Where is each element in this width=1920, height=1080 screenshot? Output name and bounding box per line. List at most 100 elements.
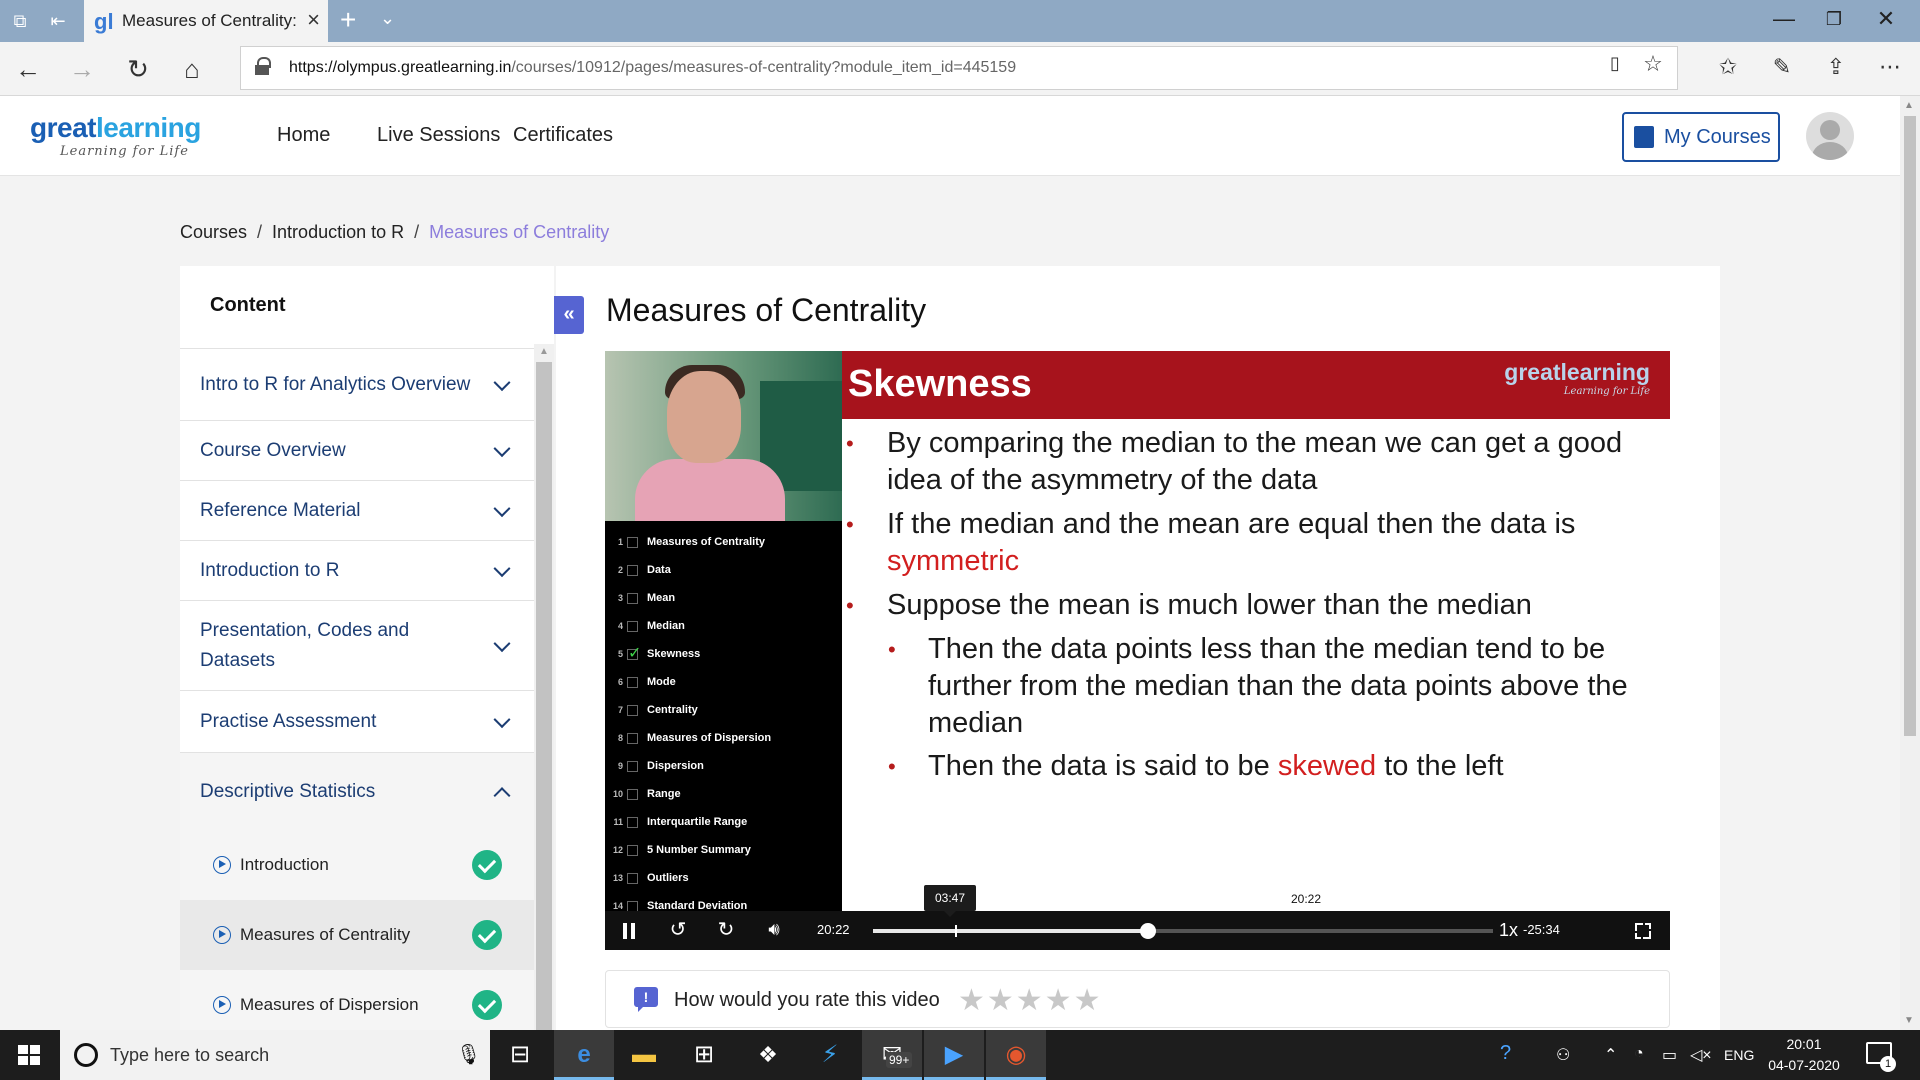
share-icon[interactable]: ⇪ — [1818, 54, 1854, 80]
playback-speed-button[interactable]: 1x — [1499, 920, 1518, 941]
slide-toc: 1 Measures of Centrality 2 Data 3 Mean 4 Median… — [605, 521, 842, 912]
module-descriptive-statistics[interactable]: Descriptive Statistics — [180, 752, 534, 830]
sidebar-scrollbar[interactable]: ▲ — [534, 344, 554, 1030]
scroll-up-icon[interactable]: ▲ — [1904, 100, 1914, 111]
chevron-down-icon[interactable] — [493, 373, 511, 391]
back-icon[interactable]: ← — [10, 54, 46, 85]
slide-bullet: If the median and the mean are equal the… — [842, 506, 1670, 580]
edge-app-icon[interactable]: e — [554, 1030, 614, 1080]
progress-fill — [873, 929, 1148, 933]
greatlearning-logo[interactable]: greatlearning Learning for Life — [30, 112, 201, 159]
nav-home[interactable]: Home — [277, 124, 330, 147]
task-view-icon[interactable]: ⊟ — [490, 1030, 550, 1080]
lesson-measures-of-centrality[interactable]: Measures of Centrality — [180, 900, 534, 970]
chevron-down-icon[interactable] — [493, 499, 511, 517]
page-scroll-thumb[interactable] — [1904, 116, 1916, 736]
browser-tab[interactable]: gl Measures of Centrality: × — [84, 0, 328, 42]
toc-item: 3 Mean — [617, 592, 676, 604]
minimize-icon[interactable]: — — [1764, 6, 1804, 32]
microphone-icon[interactable]: 🎙︎ — [456, 1042, 481, 1067]
tab-list-chevron-icon[interactable]: ⌄ — [380, 8, 395, 29]
module-practise-assessment[interactable]: Practise Assessment — [180, 690, 534, 752]
restore-icon[interactable]: ❐ — [1814, 9, 1854, 30]
window-close-icon[interactable]: ✕ — [1866, 6, 1906, 32]
toc-check-icon: ✓ — [628, 645, 642, 662]
tray-chevron-icon[interactable]: ⌃ — [1604, 1045, 1617, 1065]
toc-item: 12 5 Number Summary — [612, 844, 751, 856]
slide-logo: greatlearning Learning for Life — [1504, 359, 1650, 397]
taskbar-clock[interactable]: 20:01 04-07-2020 — [1762, 1034, 1846, 1076]
refresh-icon[interactable]: ↻ — [120, 54, 156, 85]
current-time: 20:22 — [817, 922, 850, 937]
forward-icon[interactable]: ↻ — [713, 917, 739, 942]
chevron-down-icon[interactable] — [493, 439, 511, 457]
module-presentation-codes[interactable]: Presentation, Codes and Datasets — [180, 600, 534, 690]
collapse-sidebar-button[interactable]: « — [554, 296, 584, 334]
battery-icon[interactable]: ▭ — [1662, 1045, 1677, 1065]
url-bar[interactable]: https://olympus.greatlearning.in/courses… — [240, 46, 1678, 90]
favorite-star-icon[interactable]: ☆ — [1635, 51, 1671, 77]
chevron-down-icon[interactable] — [493, 710, 511, 728]
more-menu-icon[interactable]: ⋯ — [1872, 54, 1908, 80]
rating-box: ! How would you rate this video ★★★★★ — [605, 970, 1670, 1028]
reading-view-icon[interactable]: ▯ — [1597, 53, 1633, 74]
rewind-icon[interactable]: ↺ — [665, 917, 691, 942]
chrome-icon[interactable]: ◉ — [986, 1030, 1046, 1080]
pause-icon[interactable] — [623, 923, 635, 939]
set-aside-tabs-icon[interactable]: ⇤ — [46, 10, 70, 32]
store-icon[interactable]: ⊞ — [674, 1030, 734, 1080]
new-tab-icon[interactable]: + — [340, 4, 356, 36]
breadcrumb-introduction-to-r[interactable]: Introduction to R — [272, 222, 404, 242]
close-tab-icon[interactable]: × — [307, 7, 320, 33]
knob-time-tooltip: 20:22 — [1290, 892, 1322, 906]
powershell-icon[interactable]: ▶ — [924, 1030, 984, 1080]
tab-actions-icon[interactable]: ⧉ — [8, 10, 32, 32]
slide: Skewness greatlearning Learning for Life… — [842, 351, 1670, 911]
scroll-down-icon[interactable]: ▼ — [1904, 1015, 1914, 1026]
completed-check-icon — [472, 990, 502, 1020]
sidebar-scroll-up-icon[interactable]: ▲ — [539, 346, 549, 357]
rating-stars[interactable]: ★★★★★ — [958, 983, 1102, 1018]
sidebar-scroll-thumb[interactable] — [536, 362, 552, 1030]
chevron-up-icon[interactable] — [493, 786, 511, 804]
progress-track[interactable] — [873, 923, 1493, 939]
volume-icon[interactable]: 🔊︎ — [761, 919, 787, 940]
chevron-down-icon[interactable] — [493, 634, 511, 652]
breadcrumb-courses[interactable]: Courses — [180, 222, 247, 242]
nav-certificates[interactable]: Certificates — [513, 124, 613, 147]
nav-live-sessions[interactable]: Live Sessions — [377, 124, 500, 147]
pen-notes-icon[interactable]: ✎ — [1764, 54, 1800, 80]
volume-mute-icon[interactable]: ◁× — [1690, 1045, 1712, 1065]
people-icon[interactable]: ⚇ — [1556, 1045, 1570, 1065]
module-reference-material[interactable]: Reference Material — [180, 480, 534, 540]
lesson-measures-of-dispersion[interactable]: Measures of Dispersion — [180, 970, 534, 1030]
book-icon — [1634, 126, 1654, 148]
favorites-list-icon[interactable]: ✩ — [1710, 54, 1746, 80]
module-course-overview[interactable]: Course Overview — [180, 420, 534, 480]
dropbox-icon[interactable]: ❖ — [738, 1030, 798, 1080]
chevron-down-icon[interactable] — [493, 559, 511, 577]
my-courses-button[interactable]: My Courses — [1622, 112, 1780, 162]
play-circle-icon — [213, 926, 231, 944]
file-explorer-icon[interactable]: ▬ — [614, 1030, 674, 1080]
slide-bullet: By comparing the median to the mean we c… — [842, 425, 1670, 499]
video-player[interactable]: 1 Measures of Centrality 2 Data 3 Mean 4 Median… — [605, 351, 1670, 950]
wifi-icon[interactable]: ◔ — [1634, 1045, 1644, 1063]
breadcrumb-current: Measures of Centrality — [429, 222, 610, 242]
visual-studio-icon[interactable]: ⚡ — [800, 1030, 860, 1080]
language-indicator[interactable]: ENG — [1724, 1047, 1754, 1063]
module-introduction-to-r[interactable]: Introduction to R — [180, 540, 534, 600]
home-icon[interactable]: ⌂ — [174, 54, 210, 85]
forward-icon[interactable]: → — [64, 54, 100, 85]
toc-item: 1 Measures of Centrality — [617, 536, 765, 548]
progress-knob[interactable] — [1139, 923, 1156, 939]
fullscreen-icon[interactable] — [1635, 923, 1651, 939]
module-intro-r-analytics[interactable]: Intro to R for Analytics Overview — [180, 348, 534, 420]
taskbar-search[interactable]: Type here to search 🎙︎ — [60, 1030, 490, 1080]
remaining-time: -25:34 — [1523, 922, 1560, 937]
windows-start-icon[interactable] — [18, 1045, 40, 1065]
lesson-introduction[interactable]: Introduction — [180, 830, 534, 900]
page-scrollbar[interactable]: ▲ ▼ — [1900, 96, 1920, 1030]
help-icon[interactable]: ? — [1500, 1042, 1511, 1065]
avatar[interactable] — [1806, 112, 1854, 160]
